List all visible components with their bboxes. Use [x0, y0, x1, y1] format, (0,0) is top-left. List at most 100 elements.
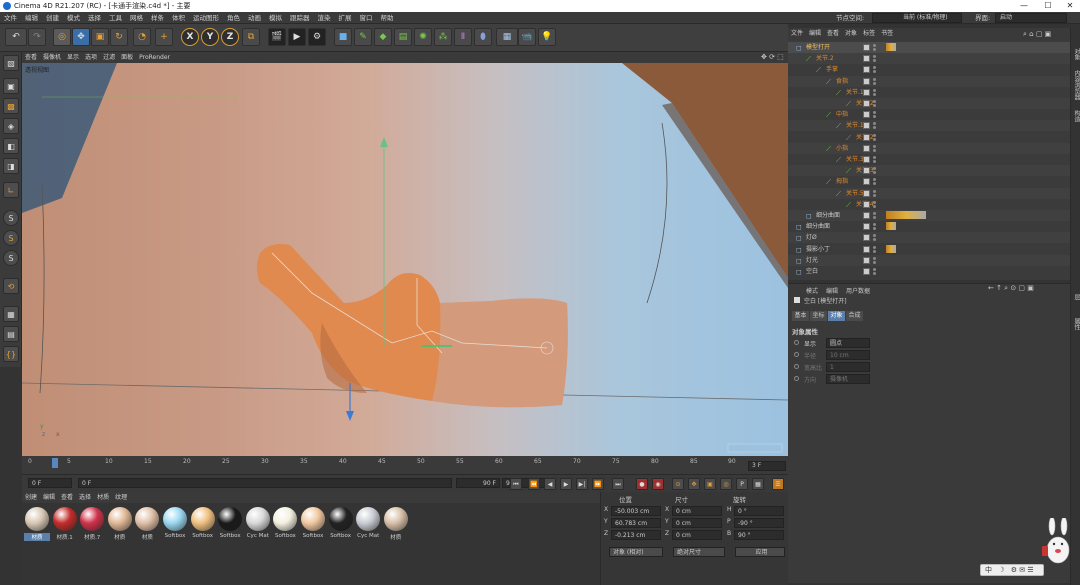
object-name[interactable]: 手掌 — [826, 64, 838, 75]
render-view-icon[interactable]: 🎬 — [268, 28, 286, 46]
attr-prop-value[interactable]: 摄像机 — [826, 374, 870, 384]
material-item[interactable]: Softbox — [328, 507, 354, 539]
minimize-button[interactable]: — — [1012, 0, 1036, 12]
attr-prop-value[interactable]: 1 — [826, 362, 870, 372]
editor-visibility-dot[interactable] — [873, 178, 876, 182]
axis-z-icon[interactable]: Z — [221, 28, 239, 46]
menu-file[interactable]: 文件 — [0, 12, 21, 24]
viewport-menu-prorender[interactable]: ProRender — [136, 52, 173, 63]
prev-key-icon[interactable]: ⏪ — [528, 478, 540, 490]
visibility-toggle[interactable] — [863, 212, 870, 219]
attr-tab-basic[interactable]: 基本 — [792, 311, 809, 321]
viewport-nav-icons[interactable]: ✥ ⟳ ⬚ — [758, 52, 787, 63]
key-pla-icon[interactable]: ▦ — [752, 478, 764, 490]
next-frame-icon[interactable]: ▶| — [576, 478, 588, 490]
render-visibility-dot[interactable] — [873, 238, 876, 242]
object-menu-tags[interactable]: 标签 — [860, 28, 878, 40]
editor-visibility-dot[interactable] — [873, 66, 876, 70]
attr-nav-icons[interactable]: ← ↑ ⌕ ⊙ ▢ ▣ — [988, 284, 1034, 293]
editor-visibility-dot[interactable] — [873, 156, 876, 159]
object-row[interactable]: ⟋关节.2 — [788, 132, 1070, 143]
editor-visibility-dot[interactable] — [873, 133, 876, 137]
start-frame-field[interactable]: 0 F — [28, 478, 72, 488]
visibility-toggle[interactable] — [863, 268, 870, 275]
side-tab-content-browser[interactable]: 内容浏览器 — [1072, 70, 1080, 100]
material-item[interactable]: Softbox — [300, 507, 326, 539]
object-menu-file[interactable]: 文件 — [788, 28, 806, 40]
deformer-icon[interactable]: Ⅱ — [454, 28, 472, 46]
menu-render[interactable]: 渲染 — [314, 12, 335, 24]
key-move-icon[interactable]: ✥ — [688, 478, 700, 490]
render-settings-icon[interactable]: ⚙ — [308, 28, 326, 46]
menu-tracker[interactable]: 跟踪器 — [286, 12, 314, 24]
menu-select[interactable]: 选择 — [84, 12, 105, 24]
material-menu-texture[interactable]: 纹理 — [112, 492, 130, 503]
render-visibility-dot[interactable] — [873, 48, 876, 51]
object-name[interactable]: 关节.3 — [846, 154, 864, 165]
position-field[interactable]: 60.783 cm — [611, 518, 661, 528]
visibility-toggle[interactable] — [863, 234, 870, 242]
floor-icon[interactable]: ▦ — [496, 28, 518, 46]
render-visibility-dot[interactable] — [873, 92, 876, 96]
size-field[interactable]: 0 cm — [672, 518, 722, 528]
material-menu-view[interactable]: 查看 — [58, 492, 76, 503]
close-button[interactable]: ✕ — [1058, 0, 1080, 12]
side-tab-attributes[interactable]: 属性 — [1072, 318, 1080, 330]
model-mode-icon[interactable]: ▣ — [3, 78, 19, 94]
camera-icon[interactable]: 📹 — [518, 28, 536, 46]
ime-mode-label[interactable]: 中 — [985, 566, 992, 574]
visibility-toggle[interactable] — [863, 100, 870, 107]
editor-visibility-dot[interactable] — [873, 256, 876, 260]
position-field[interactable]: -0.213 cm — [611, 530, 661, 540]
visibility-toggle[interactable] — [863, 66, 870, 74]
tag-icon[interactable] — [886, 43, 896, 51]
material-item[interactable]: 材质 — [24, 507, 50, 541]
object-name[interactable]: 模型打开 — [806, 42, 830, 53]
visibility-toggle[interactable] — [863, 178, 870, 186]
viewport-menu-display[interactable]: 显示 — [64, 52, 82, 63]
layer-icon[interactable]: ▤ — [3, 326, 19, 342]
object-name[interactable]: 灯光 — [806, 255, 818, 266]
menu-simulate[interactable]: 模拟 — [265, 12, 286, 24]
object-name[interactable]: 关节.5 — [846, 188, 864, 199]
object-name[interactable]: 小指 — [836, 143, 848, 154]
goto-end-icon[interactable]: ⏭ — [612, 478, 624, 490]
material-item[interactable]: 材质.7 — [79, 507, 105, 541]
visibility-toggle[interactable] — [863, 223, 870, 231]
object-row[interactable]: ⟋关节.3 — [788, 165, 1070, 177]
viewport-menu-filter[interactable]: 过滤 — [100, 52, 118, 63]
menu-character[interactable]: 角色 — [223, 12, 244, 24]
object-name[interactable]: 关节.1 — [846, 120, 864, 131]
object-row[interactable]: ⟋ 关节.1 — [788, 87, 1070, 98]
object-name[interactable]: 空白 — [806, 266, 818, 277]
record-icon[interactable]: ● — [636, 478, 648, 490]
object-row[interactable]: ◻ 灯Ø — [788, 232, 1070, 244]
size-mode-select[interactable]: 绝对尺寸 — [673, 547, 725, 557]
object-menu-objects[interactable]: 对象 — [842, 28, 860, 40]
render-visibility-dot[interactable] — [873, 260, 876, 264]
rotation-field[interactable]: -90 ° — [734, 518, 784, 528]
object-name[interactable]: 细分曲面 — [806, 221, 830, 232]
cloner-icon[interactable]: ✺ — [414, 28, 432, 46]
editor-visibility-dot[interactable] — [873, 88, 876, 92]
redo-icon[interactable]: ↷ — [28, 28, 46, 46]
object-search-icons[interactable]: ⌕ ⌂ ▢ ▣ — [1020, 28, 1054, 40]
render-visibility-dot[interactable] — [873, 171, 876, 175]
grid-icon[interactable]: ▦ — [3, 306, 19, 322]
render-visibility-dot[interactable] — [873, 104, 876, 107]
object-name[interactable]: 细分曲面 — [816, 210, 840, 221]
render-visibility-dot[interactable] — [873, 249, 876, 253]
object-row[interactable]: ⟋关节.2 — [788, 98, 1070, 109]
attr-menu-userdata[interactable]: 用户数据 — [846, 286, 870, 295]
render-visibility-dot[interactable] — [873, 59, 876, 63]
anim-keyframe-dot[interactable] — [794, 364, 799, 369]
material-menu-material[interactable]: 材质 — [94, 492, 112, 503]
key-param-icon[interactable]: P — [736, 478, 748, 490]
array-icon[interactable]: ⁂ — [434, 28, 452, 46]
timeline-window-icon[interactable]: ☰ — [772, 478, 784, 490]
render-visibility-dot[interactable] — [873, 204, 876, 208]
object-row[interactable]: ⟋ 关节.5 — [788, 187, 1070, 199]
editor-visibility-dot[interactable] — [873, 111, 876, 115]
editor-visibility-dot[interactable] — [873, 245, 876, 249]
subdivision-icon[interactable]: ◆ — [374, 28, 392, 46]
